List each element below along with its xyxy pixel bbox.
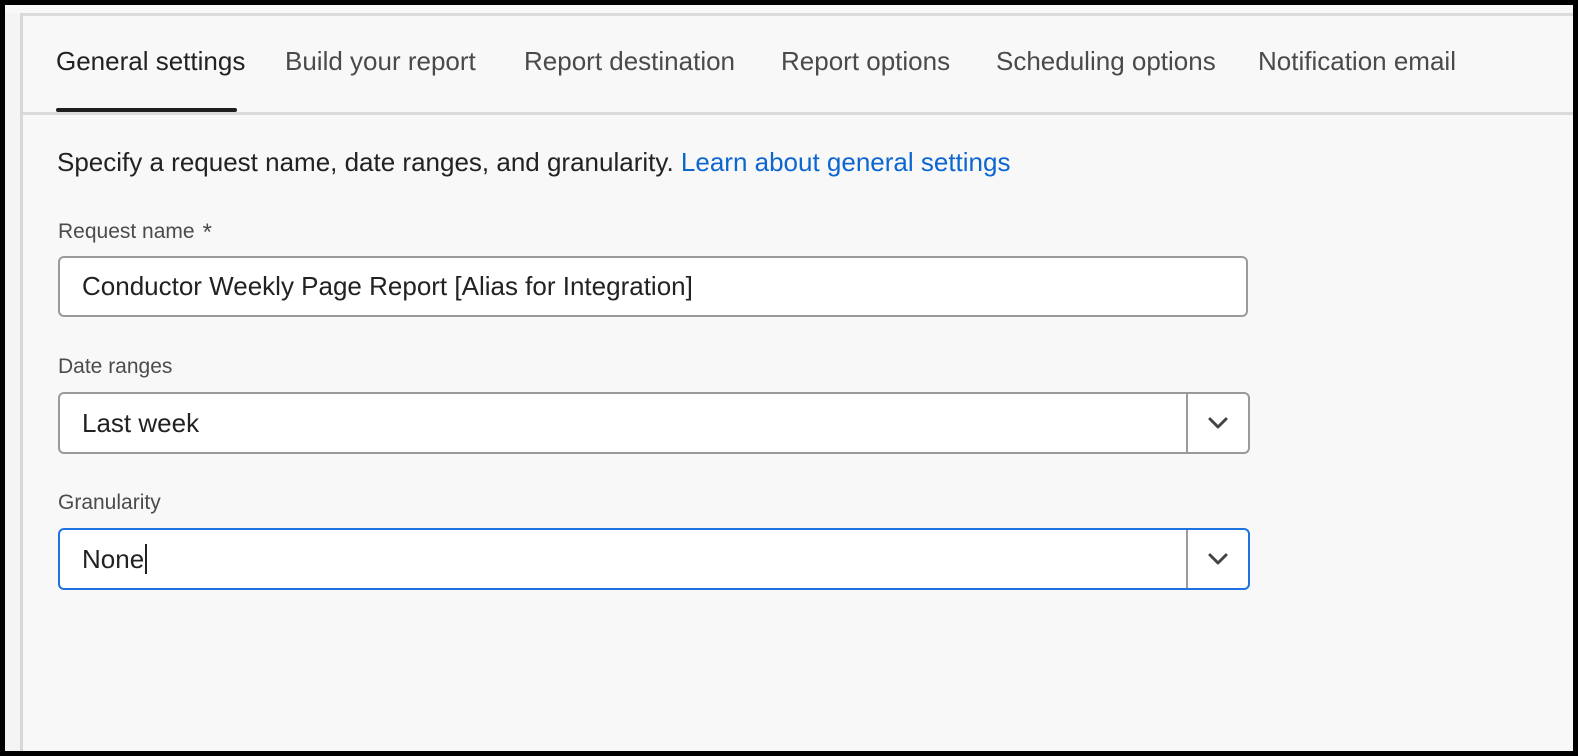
date-ranges-dropdown-button[interactable] [1186, 394, 1248, 452]
tab-report-destination[interactable]: Report destination [524, 46, 735, 77]
tab-notification-email[interactable]: Notification email [1258, 46, 1456, 77]
tab-build-your-report[interactable]: Build your report [285, 46, 476, 77]
report-settings-panel: General settings Build your report Repor… [5, 5, 1573, 751]
chevron-down-icon [1208, 417, 1228, 429]
granularity-value-wrapper: None [60, 530, 1186, 588]
request-name-label: Request name * [58, 219, 212, 247]
granularity-picker[interactable]: None [58, 528, 1250, 590]
description-text: Specify a request name, date ranges, and… [57, 147, 674, 177]
granularity-value: None [82, 544, 145, 574]
section-description: Specify a request name, date ranges, and… [57, 147, 1010, 178]
granularity-dropdown-button[interactable] [1186, 530, 1248, 588]
date-ranges-picker[interactable]: Last week [58, 392, 1250, 454]
request-name-value: Conductor Weekly Page Report [Alias for … [82, 271, 693, 301]
tab-scheduling-options[interactable]: Scheduling options [996, 46, 1216, 77]
tab-bar: General settings Build your report Repor… [23, 16, 1573, 115]
request-name-input[interactable]: Conductor Weekly Page Report [Alias for … [58, 256, 1248, 317]
selected-tab-indicator [56, 108, 237, 112]
text-cursor [145, 544, 148, 574]
request-name-label-text: Request name [58, 220, 195, 243]
date-ranges-label: Date ranges [58, 355, 173, 378]
learn-more-link[interactable]: Learn about general settings [681, 147, 1011, 177]
tab-general-settings[interactable]: General settings [56, 46, 245, 77]
date-ranges-value: Last week [82, 408, 200, 438]
required-asterisk: * [202, 219, 212, 246]
chevron-down-icon [1208, 553, 1228, 565]
left-rail [5, 13, 23, 751]
tab-report-options[interactable]: Report options [781, 46, 950, 77]
granularity-label: Granularity [58, 491, 161, 514]
